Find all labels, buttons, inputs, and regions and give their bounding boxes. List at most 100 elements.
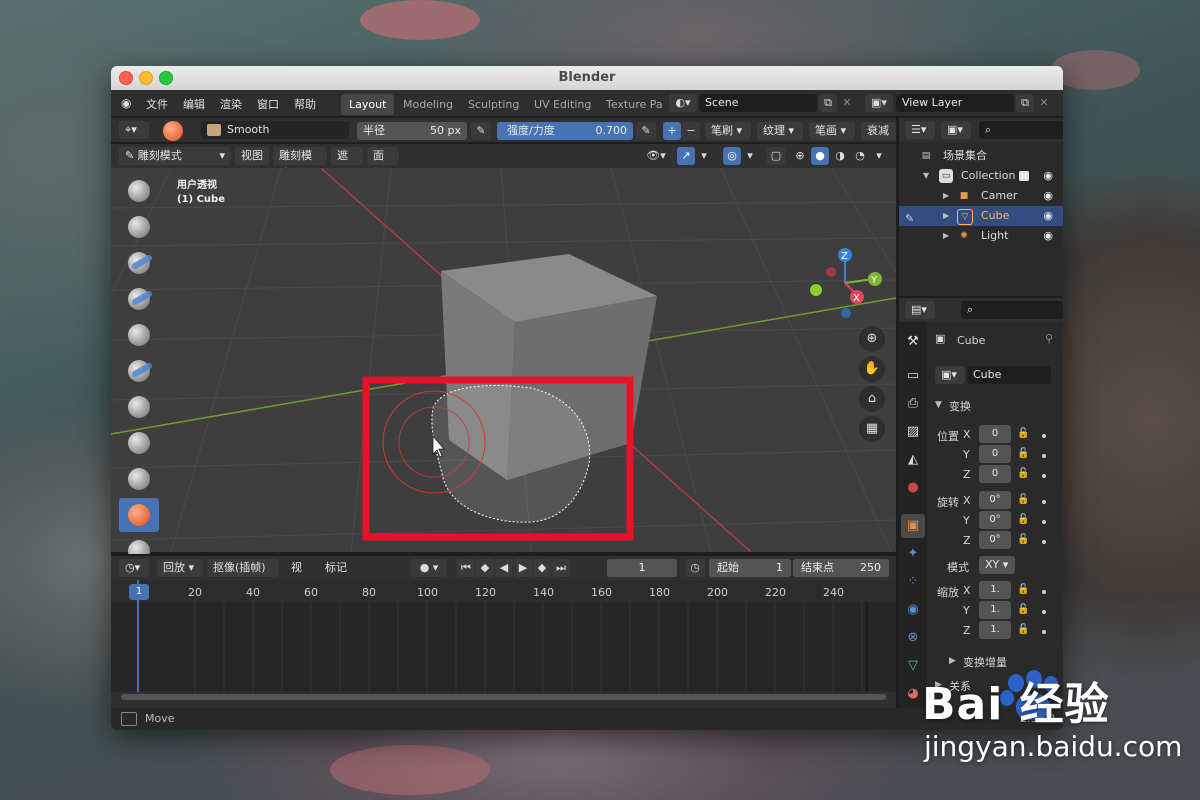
lock-icon[interactable]: 🔓 xyxy=(1017,584,1029,595)
strength-slider[interactable]: 强度/力度 0.700 xyxy=(497,122,633,140)
tool-tab-icon[interactable]: ⚒ xyxy=(901,330,925,354)
collapse-icon[interactable]: ▼ xyxy=(923,166,929,186)
physics-tab-icon[interactable]: ◉ xyxy=(901,598,925,622)
menu-file[interactable]: 文件 xyxy=(146,96,168,112)
scene-collection-row[interactable]: ▤ 场景集合 xyxy=(899,146,1063,166)
menu-view[interactable]: 视图 xyxy=(235,147,269,165)
eye-icon[interactable]: ◉ xyxy=(1043,166,1053,186)
view-layer-field[interactable]: View Layer xyxy=(896,94,1014,112)
scale-x-field[interactable]: 1. xyxy=(979,581,1011,599)
texture-menu[interactable]: 纹理 ▾ xyxy=(757,122,803,140)
markers-menu[interactable]: 标记 xyxy=(319,559,353,577)
direction-add-button[interactable]: + xyxy=(663,122,681,140)
lock-icon[interactable]: 🔓 xyxy=(1017,534,1029,545)
tool-clay-strips[interactable] xyxy=(119,282,159,316)
constraints-tab-icon[interactable]: ⊗ xyxy=(901,626,925,650)
shading-rendered-icon[interactable]: ◔ xyxy=(851,147,869,165)
scale-y-field[interactable]: 1. xyxy=(979,601,1011,619)
keying-menu[interactable]: 抠像(插帧) ▾ xyxy=(207,559,279,592)
menu-mask[interactable]: 遮罩 xyxy=(331,147,363,180)
tool-smooth-alt[interactable] xyxy=(119,462,159,496)
scale-z-field[interactable]: 1. xyxy=(979,621,1011,639)
view-layer-tab-icon[interactable]: ▨ xyxy=(901,420,925,444)
current-frame-field[interactable]: 1 xyxy=(607,559,677,577)
direction-subtract-button[interactable]: − xyxy=(682,122,700,140)
gizmo-dropdown-icon[interactable]: ▾ xyxy=(697,147,711,165)
properties-editor-type-icon[interactable]: ▤▾ xyxy=(905,301,935,319)
outliner-item-cube[interactable]: ✎ ▶ ▽ Cube ◉ xyxy=(899,206,1063,226)
tab-uv-editing[interactable]: UV Editing xyxy=(526,94,600,115)
scene-name-field[interactable]: Scene xyxy=(699,94,817,112)
shading-solid-icon[interactable]: ● xyxy=(811,147,829,165)
lock-icon[interactable]: 🔓 xyxy=(1017,604,1029,615)
outliner-search-input[interactable]: ⌕ xyxy=(979,121,1063,139)
tab-modeling[interactable]: Modeling xyxy=(395,94,462,115)
tab-layout[interactable]: Layout xyxy=(341,94,395,115)
menu-sculpt-mode[interactable]: 雕刻模式 xyxy=(273,147,327,180)
keyframe-dot[interactable] xyxy=(1042,500,1046,504)
view-layer-delete-icon[interactable]: ✕ xyxy=(1036,94,1052,112)
tab-texture-paint[interactable]: Texture Pa xyxy=(598,94,671,115)
scene-delete-icon[interactable]: ✕ xyxy=(839,94,855,112)
tool-select-icon[interactable]: ⌖▾ xyxy=(119,121,149,139)
menu-render[interactable]: 渲染 xyxy=(220,96,242,112)
rotation-y-field[interactable]: 0° xyxy=(979,511,1011,529)
timeline-area[interactable]: 20 40 60 80 100 120 140 160 180 200 220 … xyxy=(111,580,896,708)
lock-icon[interactable]: 🔓 xyxy=(1017,514,1029,525)
display-mode-icon[interactable]: ▣▾ xyxy=(941,121,971,139)
keyframe-dot[interactable] xyxy=(1042,610,1046,614)
blender-logo-icon[interactable]: ◉ xyxy=(121,96,137,110)
scene-browse-icon[interactable]: ◐▾ xyxy=(669,94,697,112)
menu-help[interactable]: 帮助 xyxy=(294,96,316,112)
tool-blob[interactable] xyxy=(119,390,159,424)
menu-window[interactable]: 窗口 xyxy=(257,96,279,112)
tab-sculpting[interactable]: Sculpting xyxy=(460,94,528,115)
prev-keyframe-icon[interactable]: ◆ xyxy=(476,559,494,577)
keyframe-dot[interactable] xyxy=(1042,474,1046,478)
shading-wireframe-icon[interactable]: ⊕ xyxy=(791,147,809,165)
use-preview-range-icon[interactable]: ◷ xyxy=(685,559,705,577)
object-name-field[interactable]: Cube xyxy=(967,366,1051,384)
rotation-mode-select[interactable]: XY ▾ xyxy=(979,556,1015,574)
timeline-view-menu[interactable]: 视图 xyxy=(285,559,315,592)
3d-viewport[interactable]: Z Y X 用户透视 (1) Cube ⊕ ✋ ⌂ ▦ xyxy=(111,168,896,552)
outliner-editor-type-icon[interactable]: ☰▾ xyxy=(905,121,935,139)
keyframe-dot[interactable] xyxy=(1042,434,1046,438)
location-z-field[interactable]: 0 xyxy=(979,465,1011,483)
falloff-menu[interactable]: 衰减 xyxy=(861,122,896,140)
keyframe-dot[interactable] xyxy=(1042,520,1046,524)
stroke-menu[interactable]: 笔画 ▾ xyxy=(809,122,855,140)
gizmo-toggle-icon[interactable]: ↗ xyxy=(677,147,695,165)
tool-crease[interactable] xyxy=(119,426,159,460)
xray-icon[interactable]: ▢ xyxy=(767,147,785,165)
expand-icon[interactable]: ▶ xyxy=(943,206,949,226)
modifier-tab-icon[interactable]: ✦ xyxy=(901,542,925,566)
world-tab-icon[interactable]: ● xyxy=(901,476,925,500)
object-tab-icon[interactable]: ▣ xyxy=(901,514,925,538)
radius-pressure-icon[interactable]: ✎ xyxy=(471,122,491,140)
lock-icon[interactable]: 🔓 xyxy=(1017,624,1029,635)
ortho-grid-icon[interactable]: ▦ xyxy=(859,416,885,442)
brush-selector[interactable]: Smooth xyxy=(201,121,349,139)
view-layer-browse-icon[interactable]: ▣▾ xyxy=(865,94,893,112)
output-tab-icon[interactable]: ⎙ xyxy=(901,392,925,416)
location-x-field[interactable]: 0 xyxy=(979,425,1011,443)
tool-smooth[interactable] xyxy=(119,498,159,532)
section-expand-icon[interactable]: ▼ xyxy=(935,400,942,410)
render-tab-icon[interactable]: ▭ xyxy=(901,364,925,388)
lock-icon[interactable]: 🔓 xyxy=(1017,494,1029,505)
playback-menu[interactable]: 回放 ▾ xyxy=(157,559,203,577)
lock-icon[interactable]: 🔓 xyxy=(1017,468,1029,479)
view-layer-copy-icon[interactable]: ⧉ xyxy=(1016,94,1034,112)
tool-flatten[interactable] xyxy=(119,534,159,554)
tool-draw[interactable] xyxy=(119,174,159,208)
pan-hand-icon[interactable]: ✋ xyxy=(859,356,885,382)
play-icon[interactable]: ▶ xyxy=(514,559,532,577)
editor-type-icon[interactable]: ◷▾ xyxy=(119,559,149,577)
eye-icon[interactable]: ◉ xyxy=(1043,186,1053,206)
eye-icon[interactable]: ◉ xyxy=(1043,206,1053,226)
rotation-z-field[interactable]: 0° xyxy=(979,531,1011,549)
subsection-expand-icon[interactable]: ▶ xyxy=(949,656,956,666)
scene-copy-icon[interactable]: ⧉ xyxy=(819,94,837,112)
play-reverse-icon[interactable]: ◀ xyxy=(495,559,513,577)
